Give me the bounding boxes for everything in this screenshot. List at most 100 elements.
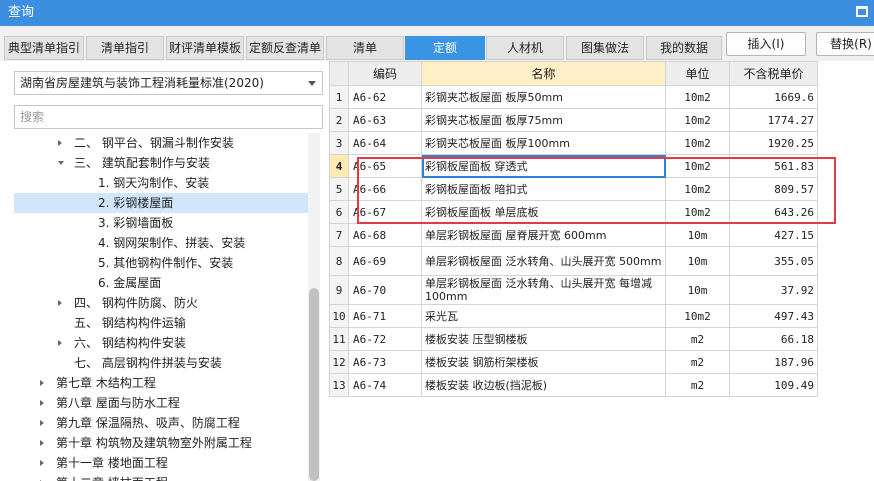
cell-price[interactable]: 187.96 xyxy=(729,350,818,374)
tab-1[interactable]: 清单指引 xyxy=(86,36,164,60)
cell-price[interactable]: 1669.6 xyxy=(729,85,818,109)
collapsed-arrow-icon[interactable] xyxy=(40,460,44,466)
cell-code[interactable]: A6-62 xyxy=(348,85,422,109)
cell-code[interactable]: A6-73 xyxy=(348,350,422,374)
cell-code[interactable]: A6-70 xyxy=(348,275,422,305)
cell-unit[interactable]: 10m xyxy=(665,223,730,247)
table-row[interactable]: 10 A6-71 采光瓦 10m2 497.43 xyxy=(329,304,818,328)
cell-price[interactable]: 355.05 xyxy=(729,246,818,276)
tab-4[interactable]: 清单 xyxy=(326,36,404,60)
cell-unit[interactable]: m2 xyxy=(665,373,730,397)
cell-name[interactable]: 彩钢板屋面板 暗扣式 xyxy=(421,177,666,201)
cell-code[interactable]: A6-63 xyxy=(348,108,422,132)
cell-code[interactable]: A6-67 xyxy=(348,200,422,224)
cell-code[interactable]: A6-69 xyxy=(348,246,422,276)
tree-node[interactable]: 第九章 保温隔热、吸声、防腐工程 xyxy=(14,413,308,433)
collapsed-arrow-icon[interactable] xyxy=(40,400,44,406)
header-code[interactable]: 编码 xyxy=(348,61,422,86)
scrollbar-thumb[interactable] xyxy=(309,288,319,481)
cell-name[interactable]: 彩钢夹芯板屋面 板厚75mm xyxy=(421,108,666,132)
table-row[interactable]: 9 A6-70 单层彩钢板屋面 泛水转角、山头展开宽 每增减100mm 10m 37.9… xyxy=(329,275,818,305)
row-number[interactable]: 1 xyxy=(329,85,349,109)
cell-name[interactable]: 单层彩钢板屋面 泛水转角、山头展开宽 每增减100mm xyxy=(421,275,666,305)
tree-node[interactable]: 七、 高层钢构件拼装与安装 xyxy=(14,353,308,373)
tree-node[interactable]: 二、 钢平台、钢漏斗制作安装 xyxy=(14,133,308,153)
cell-unit[interactable]: 10m2 xyxy=(665,108,730,132)
tree-node[interactable]: 第十一章 楼地面工程 xyxy=(14,453,308,473)
cell-unit[interactable]: 10m xyxy=(665,246,730,276)
table-row[interactable]: 11 A6-72 楼板安装 压型钢楼板 m2 66.18 xyxy=(329,327,818,351)
cell-name[interactable]: 彩钢板屋面板 穿透式 xyxy=(421,154,666,178)
row-number[interactable]: 4 xyxy=(329,154,349,178)
tree-node[interactable]: 五、 钢结构构件运输 xyxy=(14,313,308,333)
expanded-arrow-icon[interactable] xyxy=(58,161,64,165)
cell-unit[interactable]: 10m2 xyxy=(665,154,730,178)
cell-code[interactable]: A6-71 xyxy=(348,304,422,328)
cell-unit[interactable]: 10m2 xyxy=(665,304,730,328)
table-row[interactable]: 13 A6-74 楼板安装 收边板(挡泥板) m2 109.49 xyxy=(329,373,818,397)
cell-name[interactable]: 楼板安装 收边板(挡泥板) xyxy=(421,373,666,397)
collapsed-arrow-icon[interactable] xyxy=(40,440,44,446)
table-row[interactable]: 6 A6-67 彩钢板屋面板 单层底板 10m2 643.26 xyxy=(329,200,818,224)
tree-scrollbar[interactable] xyxy=(308,133,320,481)
table-row[interactable]: 8 A6-69 单层彩钢板屋面 泛水转角、山头展开宽 500mm 10m 355.05 xyxy=(329,246,818,276)
tab-7[interactable]: 图集做法 xyxy=(566,36,644,60)
cell-price[interactable]: 1920.25 xyxy=(729,131,818,155)
row-number[interactable]: 10 xyxy=(329,304,349,328)
tree-node[interactable]: 第八章 屋面与防水工程 xyxy=(14,393,308,413)
header-price[interactable]: 不含税单价 xyxy=(729,61,818,86)
collapsed-arrow-icon[interactable] xyxy=(58,340,62,346)
cell-unit[interactable]: 10m2 xyxy=(665,177,730,201)
cell-name[interactable]: 采光瓦 xyxy=(421,304,666,328)
cell-name[interactable]: 彩钢板屋面板 单层底板 xyxy=(421,200,666,224)
cell-name[interactable]: 楼板安装 钢筋桁架楼板 xyxy=(421,350,666,374)
library-select[interactable]: 湖南省房屋建筑与装饰工程消耗量标准(2020) xyxy=(14,71,323,95)
row-number[interactable]: 5 xyxy=(329,177,349,201)
row-number[interactable]: 2 xyxy=(329,108,349,132)
cell-code[interactable]: A6-66 xyxy=(348,177,422,201)
collapsed-arrow-icon[interactable] xyxy=(40,380,44,386)
cell-price[interactable]: 1774.27 xyxy=(729,108,818,132)
tree-node[interactable]: 六、 钢结构构件安装 xyxy=(14,333,308,353)
tab-5[interactable]: 定额 xyxy=(405,36,485,60)
table-row[interactable]: 5 A6-66 彩钢板屋面板 暗扣式 10m2 809.57 xyxy=(329,177,818,201)
cell-name[interactable]: 楼板安装 压型钢楼板 xyxy=(421,327,666,351)
tree-node[interactable]: 6. 金属屋面 xyxy=(14,273,308,293)
tree-node[interactable]: 2. 彩钢楼屋面 xyxy=(14,193,308,213)
cell-name[interactable]: 彩钢夹芯板屋面 板厚100mm xyxy=(421,131,666,155)
row-number[interactable]: 11 xyxy=(329,327,349,351)
cell-code[interactable]: A6-65 xyxy=(348,154,422,178)
tab-2[interactable]: 财评清单模板 xyxy=(166,36,244,60)
tree-node[interactable]: 第七章 木结构工程 xyxy=(14,373,308,393)
row-number[interactable]: 7 xyxy=(329,223,349,247)
row-number[interactable]: 6 xyxy=(329,200,349,224)
cell-unit[interactable]: 10m2 xyxy=(665,85,730,109)
tree-node[interactable]: 1. 钢天沟制作、安装 xyxy=(14,173,308,193)
tree-node[interactable]: 5. 其他钢构件制作、安装 xyxy=(14,253,308,273)
table-row[interactable]: 12 A6-73 楼板安装 钢筋桁架楼板 m2 187.96 xyxy=(329,350,818,374)
tab-6[interactable]: 人材机 xyxy=(486,36,564,60)
replace-button[interactable]: 替换(R) xyxy=(816,32,874,56)
tree-node[interactable]: 第十章 构筑物及建筑物室外附属工程 xyxy=(14,433,308,453)
table-row[interactable]: 7 A6-68 单层彩钢板屋面 屋脊展开宽 600mm 10m 427.15 xyxy=(329,223,818,247)
cell-code[interactable]: A6-74 xyxy=(348,373,422,397)
cell-code[interactable]: A6-64 xyxy=(348,131,422,155)
cell-price[interactable]: 497.43 xyxy=(729,304,818,328)
tree-node[interactable]: 第十二章 墙柱面工程 xyxy=(14,473,308,481)
tab-0[interactable]: 典型清单指引 xyxy=(4,36,84,60)
row-number[interactable]: 9 xyxy=(329,275,349,305)
table-row[interactable]: 4 A6-65 彩钢板屋面板 穿透式 10m2 561.83 xyxy=(329,154,818,178)
tab-8[interactable]: 我的数据 xyxy=(646,36,722,60)
cell-unit[interactable]: m2 xyxy=(665,327,730,351)
row-number[interactable]: 8 xyxy=(329,246,349,276)
table-row[interactable]: 1 A6-62 彩钢夹芯板屋面 板厚50mm 10m2 1669.6 xyxy=(329,85,818,109)
collapsed-arrow-icon[interactable] xyxy=(58,300,62,306)
collapsed-arrow-icon[interactable] xyxy=(40,420,44,426)
tab-3[interactable]: 定额反查清单 xyxy=(246,36,324,60)
tree-node[interactable]: 4. 钢网架制作、拼装、安装 xyxy=(14,233,308,253)
search-input[interactable]: 搜索 xyxy=(14,105,323,129)
cell-price[interactable]: 66.18 xyxy=(729,327,818,351)
cell-unit[interactable]: 10m xyxy=(665,275,730,305)
cell-name[interactable]: 彩钢夹芯板屋面 板厚50mm xyxy=(421,85,666,109)
cell-price[interactable]: 561.83 xyxy=(729,154,818,178)
